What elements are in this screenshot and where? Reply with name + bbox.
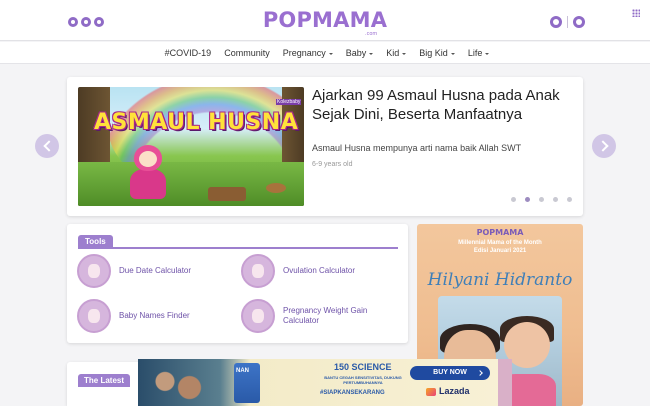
carousel-dot-active[interactable] (525, 197, 530, 202)
search-icon[interactable] (550, 16, 562, 28)
ad-hashtag: #SIAPKANSEKARANG (320, 390, 385, 396)
tool-label: Baby Names Finder (119, 311, 190, 320)
site-logo[interactable]: POPMAMA (240, 8, 410, 32)
promo-brand: POPMAMA (476, 228, 524, 237)
lazada-logo: Lazada (426, 386, 470, 396)
main-nav: #COVID-19 Community Pregnancy Baby Kid B… (0, 42, 650, 64)
site-logo-sub: .com (365, 31, 378, 37)
instagram-icon[interactable] (94, 17, 104, 27)
divider (78, 247, 398, 249)
product-name: NAN (236, 368, 249, 374)
girl-illustration (130, 169, 166, 199)
user-icon[interactable] (573, 16, 585, 28)
nav-item-covid[interactable]: #COVID-19 (165, 48, 212, 58)
pregnant-mother-icon (77, 254, 111, 288)
buy-now-button[interactable]: BUY NOW (410, 366, 490, 380)
girl-illustration (139, 151, 157, 167)
promo-subtitle-line: Edisi Januari 2021 (473, 248, 527, 254)
header-actions (550, 16, 585, 28)
top-header: POPMAMA .com (0, 0, 650, 41)
promo-subtitle-line: Millennial Mama of the Month (458, 240, 542, 246)
nav-item-life[interactable]: Life (468, 48, 490, 58)
stump-illustration (208, 187, 246, 201)
promo-name: Hilyani Hidranto (427, 270, 573, 290)
nav-item-kid[interactable]: Kid (386, 48, 407, 58)
carousel-prev-button[interactable] (35, 134, 59, 158)
twitter-icon[interactable] (81, 17, 91, 27)
ad-photo (144, 365, 214, 406)
tools-card: Tools Due Date Calculator Ovulation Calc… (67, 224, 408, 343)
tool-label: Pregnancy Weight Gain Calculator (283, 306, 368, 325)
featured-article-description: Asmaul Husna mempunya arti nama baik All… (312, 143, 522, 153)
featured-article-card[interactable]: ASMAUL HUSNA Kolezbaby Ajarkan 99 Asmaul… (67, 77, 583, 216)
social-links (68, 17, 104, 27)
carousel-dots (511, 197, 572, 202)
tool-pregnancy-weight-gain-calculator[interactable]: Pregnancy Weight Gain Calculator (241, 299, 391, 333)
nav-item-label: Pregnancy (282, 48, 326, 58)
nav-item-label: Community (224, 48, 270, 58)
image-caption: ASMAUL HUSNA (94, 110, 299, 135)
carousel-dot[interactable] (553, 197, 558, 202)
stump-illustration (266, 183, 286, 193)
carousel-dot[interactable] (511, 197, 516, 202)
chevron-down-icon (485, 52, 490, 55)
apps-grid-icon[interactable] (632, 9, 640, 17)
carousel-dot[interactable] (539, 197, 544, 202)
ad-text: BANTU CEGAH SENSITIVITAS, DUKUNG PERTUMB… (324, 375, 402, 385)
chevron-down-icon (328, 52, 333, 55)
image-watermark: Kolezbaby (276, 99, 302, 105)
nav-item-big-kid[interactable]: Big Kid (419, 48, 455, 58)
tool-baby-names-finder[interactable]: Baby Names Finder (77, 299, 190, 333)
baby-icon (77, 299, 111, 333)
nav-item-baby[interactable]: Baby (346, 48, 374, 58)
carousel-dot[interactable] (567, 197, 572, 202)
nav-item-label: Big Kid (419, 48, 448, 58)
nav-item-label: Baby (345, 48, 367, 58)
advertisement-banner[interactable]: NAN 150 SCIENCE BANTU CEGAH SENSITIVITAS… (138, 359, 512, 406)
facebook-icon[interactable] (68, 17, 78, 27)
divider (567, 16, 568, 28)
nav-item-pregnancy[interactable]: Pregnancy (283, 48, 333, 58)
nav-item-label: Kid (386, 48, 400, 58)
featured-article-age: 6-9 years old (312, 161, 353, 168)
nav-item-label: Life (467, 48, 483, 58)
chevron-down-icon (450, 52, 455, 55)
carousel-next-button[interactable] (592, 134, 616, 158)
ovulation-icon (241, 254, 275, 288)
promo-subtitle: Millennial Mama of the Month Edisi Janua… (417, 239, 583, 255)
tool-due-date-calculator[interactable]: Due Date Calculator (77, 254, 191, 288)
chevron-down-icon (402, 52, 407, 55)
latest-heading: The Latest (78, 374, 131, 387)
nav-item-community[interactable]: Community (224, 48, 270, 58)
weight-scale-icon (241, 299, 275, 333)
nav-item-label: #COVID-19 (164, 48, 212, 58)
ad-badge: 150 SCIENCE (334, 362, 392, 372)
chevron-down-icon (369, 52, 374, 55)
featured-article-image[interactable]: ASMAUL HUSNA Kolezbaby (78, 87, 304, 206)
tool-label: Ovulation Calculator (283, 266, 356, 275)
featured-article-title[interactable]: Ajarkan 99 Asmaul Husna pada Anak Sejak … (312, 86, 567, 124)
tool-label: Due Date Calculator (119, 266, 192, 275)
tool-ovulation-calculator[interactable]: Ovulation Calculator (241, 254, 355, 288)
ad-decoration (498, 359, 512, 406)
